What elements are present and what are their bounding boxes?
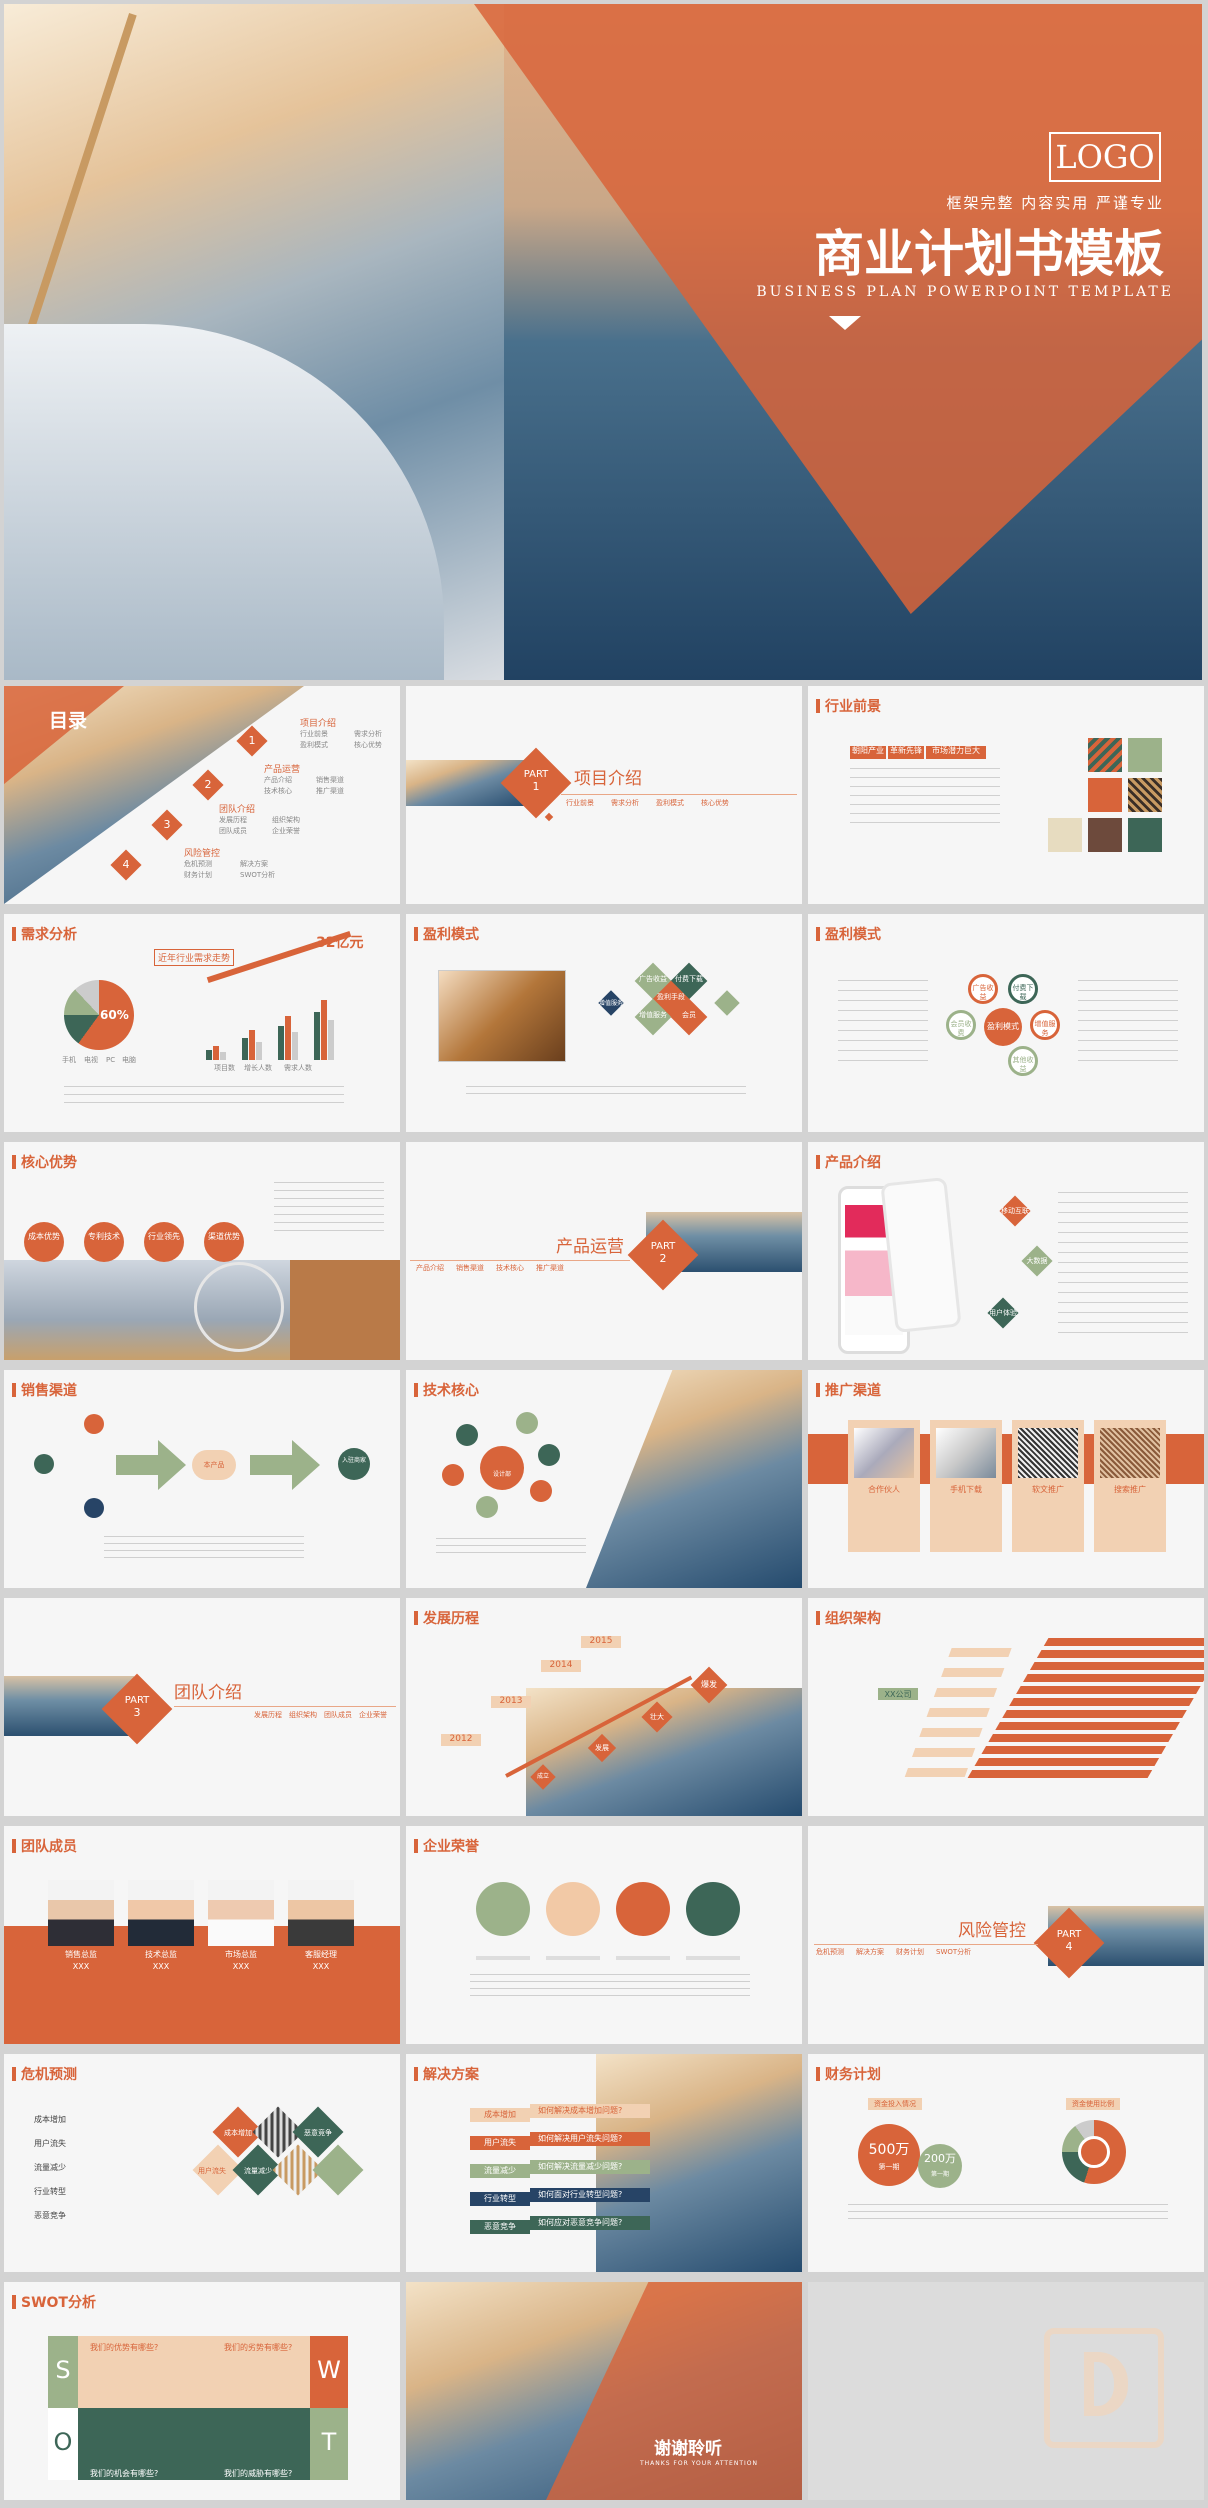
part3-title: 团队介绍 <box>174 1683 242 1703</box>
demand-bar-chart <box>204 994 354 1060</box>
part3-slide[interactable]: PART 3 团队介绍 发展历程 组织架构 团队成员 企业荣誉 <box>4 1598 400 1816</box>
crisis-slide[interactable]: 危机预测 成本增加 用户流失 流量减少 行业转型 恶意竞争 成本增加 用户流失 … <box>4 2054 400 2272</box>
thanks-title: 谢谢聆听 <box>654 2439 722 2459</box>
member-photo <box>208 1880 274 1946</box>
template-preview-sheet: LOGO 框架完整 内容实用 严谨专业 商业计划书模板 BUSINESS PLA… <box>0 0 1208 2508</box>
core-slide[interactable]: 核心优势 成本优势 专利技术 行业领先 渠道优势 <box>4 1142 400 1360</box>
toc-item-4[interactable]: 风险管控 <box>184 846 220 859</box>
down-triangle-icon <box>829 316 861 330</box>
member-photo <box>128 1880 194 1946</box>
sales-slide[interactable]: 销售渠道 本产品 入驻商家 <box>4 1370 400 1588</box>
part1-slide[interactable]: PART 1 项目介绍 行业前景 需求分析 盈利模式 核心优势 <box>406 686 802 904</box>
part1-title: 项目介绍 <box>574 769 642 789</box>
solution-slide[interactable]: 解决方案 成本增加 用户流失 流量减少 行业转型 恶意竞争 如何解决成本增加问题… <box>406 2054 802 2272</box>
cover-title: 商业计划书模板 <box>814 225 1164 283</box>
history-slide[interactable]: 发展历程 2015 2014 2013 2012 爆发 壮大 发展 成立 <box>406 1598 802 1816</box>
honor-slide[interactable]: 企业荣誉 <box>406 1826 802 2044</box>
watermark-cell <box>808 2282 1204 2500</box>
watermark-logo-icon <box>1044 2328 1164 2448</box>
cover-slide[interactable]: LOGO 框架完整 内容实用 严谨专业 商业计划书模板 BUSINESS PLA… <box>4 4 1202 680</box>
part2-title: 产品运营 <box>556 1237 624 1257</box>
logo-box: LOGO <box>1049 132 1161 182</box>
profit-slide-2[interactable]: 盈利模式 广告收益 付费下载 盈利模式 会员收费 增值服务 其他收益 <box>808 914 1204 1132</box>
team-slide[interactable]: 团队成员 销售总监 技术总监 市场总监 客服经理 XXX XXX XXX XXX <box>4 1826 400 2044</box>
toc-item-3[interactable]: 团队介绍 <box>219 802 255 815</box>
part4-slide[interactable]: PART 4 风险管控 危机预测 解决方案 财务计划 SWOT分析 <box>808 1826 1204 2044</box>
toc-slide[interactable]: 目录 1 2 3 4 项目介绍 产品运营 团队介绍 风险管控 行业前景 需求分析… <box>4 686 400 904</box>
member-photo <box>48 1880 114 1946</box>
member-photo <box>288 1880 354 1946</box>
part4-title: 风险管控 <box>958 1921 1026 1941</box>
swot-slide[interactable]: SWOT分析 S W O T 我们的优势有哪些? 我们的劣势有哪些? 我们的机会… <box>4 2282 400 2500</box>
part2-slide[interactable]: PART 2 产品运营 产品介绍 销售渠道 技术核心 推广渠道 <box>406 1142 802 1360</box>
org-slide[interactable]: 组织架构 XX公司 <box>808 1598 1204 1816</box>
toc-item-2[interactable]: 产品运营 <box>264 762 300 775</box>
promo-slide[interactable]: 推广渠道 合作伙人 手机下载 软文推广 搜索推广 <box>808 1370 1204 1588</box>
demand-slide[interactable]: 需求分析 60% 手机 电视 PC 电脑 近年行业需求走势 32亿元 项目数 增… <box>4 914 400 1132</box>
toc-title: 目录 <box>49 710 88 732</box>
tagline: 框架完整 内容实用 严谨专业 <box>946 194 1164 212</box>
thanks-slide[interactable]: 谢谢聆听 THANKS FOR YOUR ATTENTION <box>406 2282 802 2500</box>
industry-slide[interactable]: 行业前景 朝阳产业 革新先锋 市场潜力巨大 <box>808 686 1204 904</box>
product-slide[interactable]: 产品介绍 移动互联 大数据 用户体验 <box>808 1142 1204 1360</box>
profit-slide-1[interactable]: 盈利模式 广告收益 付费下载 盈利手段 增值服务 会员 增值服务 <box>406 914 802 1132</box>
tech-slide[interactable]: 技术核心 设计部 <box>406 1370 802 1588</box>
cash-photo <box>438 970 566 1062</box>
toc-item-1[interactable]: 项目介绍 <box>300 716 336 729</box>
cover-subtitle: BUSINESS PLAN POWERPOINT TEMPLATE <box>756 284 1174 300</box>
finance-slide[interactable]: 财务计划 资金投入情况 500万 第一期 200万 第一期 资金使用比例 <box>808 2054 1204 2272</box>
